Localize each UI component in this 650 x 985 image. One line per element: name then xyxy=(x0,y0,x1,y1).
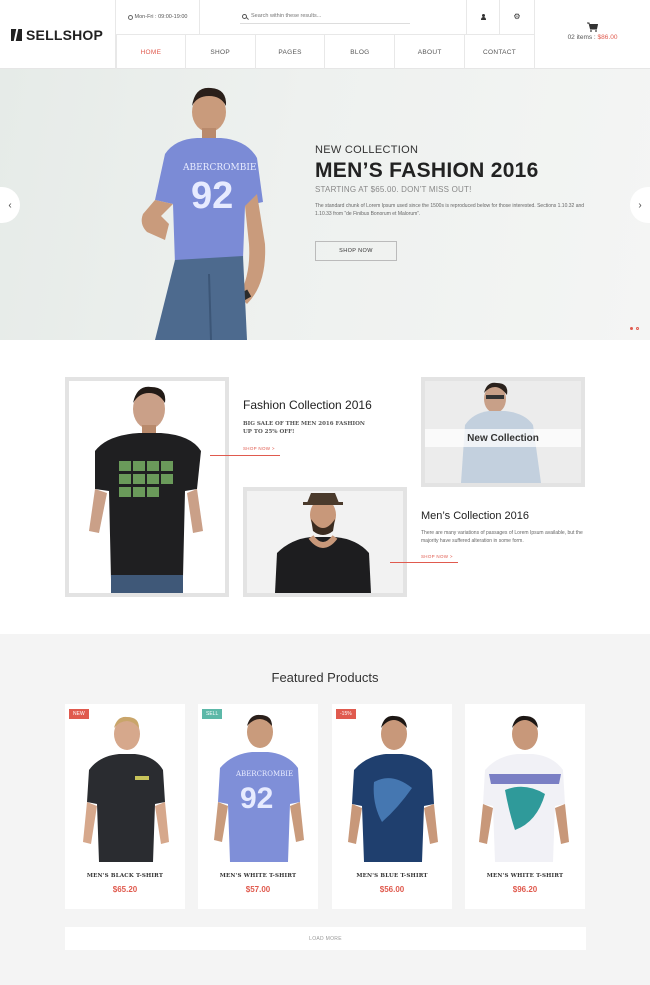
search-icon[interactable] xyxy=(242,13,247,19)
user-icon xyxy=(480,14,486,20)
cart-icon xyxy=(587,22,598,32)
opening-hours: Mon-Fri : 09:00-19:00 xyxy=(116,0,200,34)
fashion-collection-info: Fashion Collection 2016 BIG SALE OF THE … xyxy=(243,398,413,455)
product-grid: NEW MEN'S BLACK T-SHIRT $65.20 ABERCROMB… xyxy=(65,704,586,909)
slider-dot-1[interactable] xyxy=(630,327,633,330)
svg-text:92: 92 xyxy=(240,782,273,815)
fashion-collection-shop-link[interactable]: SHOP NOW > xyxy=(243,446,275,451)
product-name[interactable]: MEN'S BLUE T-SHIRT xyxy=(332,873,452,879)
mens-collection-title: Men’s Collection 2016 xyxy=(421,510,530,522)
cart-summary: 02 items : $86.00 xyxy=(568,34,618,41)
hero-text: NEW COLLECTION MEN’S FASHION 2016 STARTI… xyxy=(315,144,600,218)
slider-dot-2[interactable] xyxy=(636,327,639,330)
product-image xyxy=(83,716,169,862)
product-price: $57.00 xyxy=(245,885,271,894)
mens-collection-shop-link[interactable]: SHOP NOW > xyxy=(421,554,453,559)
search-input[interactable] xyxy=(251,13,401,19)
product-card[interactable]: NEW MEN'S BLACK T-SHIRT $65.20 xyxy=(65,704,185,909)
new-collection-label: New Collection xyxy=(425,429,581,447)
top-bar: Mon-Fri : 09:00-19:00 ⚙ xyxy=(116,0,535,35)
fashion-collection-title: Fashion Collection 2016 xyxy=(243,398,372,412)
svg-text:ABERCROMBIE: ABERCROMBIE xyxy=(235,770,293,778)
product-name[interactable]: MEN'S WHITE T-SHIRT xyxy=(198,873,318,879)
site-header: SELLSHOP Mon-Fri : 09:00-19:00 ⚙ HOME SH… xyxy=(0,0,650,69)
hero-model-image: ABERCROMBIE 92 xyxy=(141,87,266,340)
opening-hours-text: Mon-Fri : 09:00-19:00 xyxy=(134,14,188,20)
product-card[interactable]: ABERCROMBIE 92 SELL MEN'S WHITE T-SHIRT … xyxy=(198,704,318,909)
fashion-collection-desc: BIG SALE OF THE MEN 2016 FASHION UP TO 2… xyxy=(243,420,413,437)
product-price: $56.00 xyxy=(379,885,405,894)
mens-collection-info: Men’s Collection 2016 There are many var… xyxy=(421,510,591,563)
black-tshirt-model-image xyxy=(69,381,225,593)
mens-collection-underline xyxy=(390,562,458,563)
product-name[interactable]: MEN'S BLACK T-SHIRT xyxy=(65,873,185,879)
account-button[interactable] xyxy=(466,0,499,34)
slider-dots xyxy=(630,327,639,330)
nav-contact[interactable]: CONTACT xyxy=(465,35,535,69)
cart-items-count: 02 items : xyxy=(567,34,598,41)
cart-total: $86.00 xyxy=(597,34,618,41)
hero-kicker: NEW COLLECTION xyxy=(315,144,419,156)
hero-slider: ABERCROMBIE 92 NEW COLLECTION MEN’S FASH… xyxy=(0,69,650,340)
settings-button[interactable]: ⚙ xyxy=(499,0,535,34)
product-price: $65.20 xyxy=(112,885,138,894)
slider-prev-button[interactable]: ‹ xyxy=(0,187,20,223)
nav-about[interactable]: ABOUT xyxy=(395,35,466,69)
hero-title: MEN’S FASHION 2016 xyxy=(315,159,539,182)
collections-section: Fashion Collection 2016 BIG SALE OF THE … xyxy=(0,340,650,634)
hero-subtitle: STARTING AT $65.00. DON’T MISS OUT! xyxy=(315,185,472,194)
logo[interactable]: SELLSHOP xyxy=(0,0,116,69)
product-badge-discount: -15% xyxy=(336,709,356,719)
product-badge-new: NEW xyxy=(69,709,89,719)
mens-collection-image[interactable] xyxy=(243,487,407,597)
product-card[interactable]: MEN'S WHITE T-SHIRT $96.20 xyxy=(465,704,585,909)
fashion-collection-underline xyxy=(210,455,280,456)
logo-mark-icon xyxy=(11,28,22,41)
hero-shop-now-button[interactable]: SHOP NOW xyxy=(315,241,397,261)
chevron-right-icon: › xyxy=(638,199,642,211)
main-nav: HOME SHOP PAGES BLOG ABOUT CONTACT xyxy=(116,35,535,69)
product-image xyxy=(479,715,569,862)
shirt-print-number: 92 xyxy=(191,175,233,217)
nav-pages[interactable]: PAGES xyxy=(256,35,326,69)
slider-next-button[interactable]: › xyxy=(630,187,650,223)
cart-button[interactable]: 02 items : $86.00 xyxy=(535,0,650,69)
nav-blog[interactable]: BLOG xyxy=(325,35,396,69)
fashion-collection-image[interactable] xyxy=(65,377,229,597)
search-box xyxy=(240,9,410,24)
product-image xyxy=(348,715,438,862)
product-price: $96.20 xyxy=(512,885,538,894)
clock-icon xyxy=(127,14,133,20)
shirt-print-label: ABERCROMBIE xyxy=(182,163,256,173)
load-more-button[interactable]: LOAD MORE xyxy=(65,927,586,950)
hat-model-image xyxy=(247,491,403,593)
featured-products-title: Featured Products xyxy=(271,670,379,685)
gear-icon: ⚙ xyxy=(513,12,521,21)
fashion-collection-desc-line2: UP TO 25% OFF! xyxy=(243,429,295,436)
hero-description: The standard chunk of Lorem Ipsum used s… xyxy=(315,203,585,217)
product-name[interactable]: MEN'S WHITE T-SHIRT xyxy=(465,873,585,879)
mens-collection-desc: There are many variations of passages of… xyxy=(421,530,583,544)
nav-home[interactable]: HOME xyxy=(116,35,186,69)
fashion-collection-desc-line1: BIG SALE OF THE MEN 2016 FASHION xyxy=(243,421,365,427)
product-badge-sell: SELL xyxy=(202,709,223,719)
nav-shop[interactable]: SHOP xyxy=(186,35,256,69)
logo-text: SELLSHOP xyxy=(26,26,104,43)
product-card[interactable]: -15% MEN'S BLUE T-SHIRT $56.00 xyxy=(332,704,452,909)
new-collection-image[interactable]: New Collection xyxy=(421,377,585,487)
chevron-left-icon: ‹ xyxy=(8,199,12,211)
product-image: ABERCROMBIE 92 xyxy=(214,714,304,862)
